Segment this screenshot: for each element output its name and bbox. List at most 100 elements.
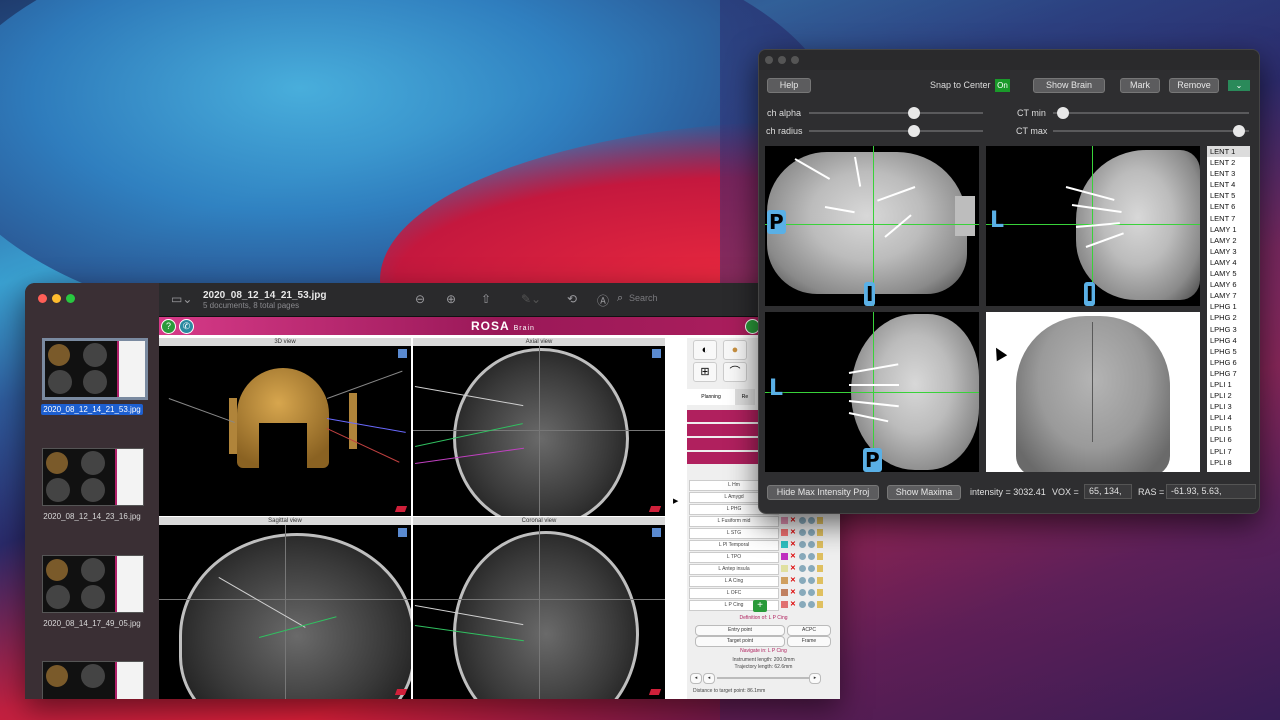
expand-icon[interactable]: [652, 528, 661, 537]
trajectory-name[interactable]: L Fusiform mid: [689, 516, 779, 527]
ch-alpha-knob[interactable]: [907, 107, 920, 119]
thumbnail-2[interactable]: [42, 448, 144, 506]
mark-button[interactable]: Mark: [1120, 78, 1160, 93]
lock-icon[interactable]: [817, 589, 823, 596]
view-icon[interactable]: [808, 601, 815, 608]
trajectory-color-swatch[interactable]: [781, 529, 788, 536]
ch-radius-knob[interactable]: [907, 125, 920, 137]
delete-icon[interactable]: ✕: [790, 588, 796, 597]
electrode-list-item[interactable]: LPHG 5: [1207, 346, 1250, 357]
trajectory-name[interactable]: L A Cing: [689, 576, 779, 587]
delete-icon[interactable]: ✕: [790, 516, 796, 525]
markup-icon[interactable]: ✎⌄: [521, 292, 541, 306]
trajectory-row[interactable]: L OFC ✕: [689, 588, 837, 599]
electrode-list-item[interactable]: LPHG 2: [1207, 312, 1250, 323]
electrode-list-item[interactable]: LENT 1: [1207, 146, 1250, 158]
lock-icon[interactable]: [817, 553, 823, 560]
electrode-list-item[interactable]: LPHG 7: [1207, 368, 1250, 379]
trajectory-name[interactable]: L Pl Temporal: [689, 540, 779, 551]
delete-icon[interactable]: ✕: [790, 552, 796, 561]
head-icon[interactable]: ●: [723, 340, 747, 360]
trajectory-color-swatch[interactable]: [781, 553, 788, 560]
trajectory-row[interactable]: L Pl Temporal ✕: [689, 540, 837, 551]
visibility-icon[interactable]: [799, 601, 806, 608]
zoom-window-button[interactable]: [66, 294, 75, 303]
view-icon[interactable]: [808, 553, 815, 560]
close-window-button[interactable]: [38, 294, 47, 303]
trajectory-name[interactable]: L TPO: [689, 552, 779, 563]
annotate-icon[interactable]: Ⓐ: [597, 292, 609, 309]
delete-icon[interactable]: ✕: [790, 528, 796, 537]
help-button[interactable]: Help: [767, 78, 811, 93]
thumbnail-4[interactable]: [42, 661, 144, 699]
gauge-icon[interactable]: ◐: [693, 340, 717, 360]
electrode-list-item[interactable]: LAMY 3: [1207, 246, 1250, 257]
visibility-icon[interactable]: [799, 541, 806, 548]
electrode-list-item[interactable]: LENT 3: [1207, 168, 1250, 179]
electrode-list-item[interactable]: LENT 7: [1207, 213, 1250, 224]
electrode-list-item[interactable]: LPLI 3: [1207, 401, 1250, 412]
electrode-list-item[interactable]: LPHG 6: [1207, 357, 1250, 368]
lock-icon[interactable]: [817, 577, 823, 584]
view-icon[interactable]: [808, 529, 815, 536]
delete-icon[interactable]: ✕: [790, 564, 796, 573]
view-icon[interactable]: [808, 589, 815, 596]
electrode-list-item[interactable]: LPLI 8: [1207, 457, 1250, 468]
trajectory-row[interactable]: L A Cing ✕: [689, 576, 837, 587]
electrode-list-item[interactable]: LPHG 1: [1207, 301, 1250, 312]
visibility-icon[interactable]: [799, 589, 806, 596]
expand-icon[interactable]: [652, 349, 661, 358]
expand-icon[interactable]: [398, 349, 407, 358]
step-back2-button[interactable]: ◂: [703, 673, 715, 684]
electrode-list-item[interactable]: LENT 5: [1207, 190, 1250, 201]
trajectory-color-swatch[interactable]: [781, 577, 788, 584]
trajectory-name[interactable]: L OFC: [689, 588, 779, 599]
trajectory-row[interactable]: L Antep insula ✕: [689, 564, 837, 575]
lock-icon[interactable]: [817, 565, 823, 572]
lock-icon[interactable]: [817, 601, 823, 608]
zoom-window-button[interactable]: [791, 56, 799, 64]
visibility-icon[interactable]: [799, 529, 806, 536]
close-window-button[interactable]: [765, 56, 773, 64]
thumbnail-1[interactable]: [42, 338, 148, 400]
acpc-button[interactable]: ACPC: [787, 625, 831, 636]
trajectory-color-swatch[interactable]: [781, 541, 788, 548]
show-maxima-button[interactable]: Show Maxima: [887, 485, 961, 500]
visibility-icon[interactable]: [799, 577, 806, 584]
electrode-list-item[interactable]: LPHG 4: [1207, 335, 1250, 346]
electrode-list-item[interactable]: LAMY 5: [1207, 268, 1250, 279]
view-icon[interactable]: [808, 541, 815, 548]
brain-3d-panel[interactable]: [986, 312, 1200, 472]
delete-icon[interactable]: ✕: [790, 576, 796, 585]
electrode-list-item[interactable]: LPLI 2: [1207, 390, 1250, 401]
trajectory-name[interactable]: L STG: [689, 528, 779, 539]
visibility-icon[interactable]: [799, 553, 806, 560]
mip-coronal-panel[interactable]: L I: [986, 146, 1200, 306]
frame-button[interactable]: Frame: [787, 636, 831, 647]
visibility-icon[interactable]: [799, 565, 806, 572]
electrode-list-item[interactable]: LAMY 2: [1207, 235, 1250, 246]
expand-icon[interactable]: [398, 528, 407, 537]
hide-max-intensity-proj-button[interactable]: Hide Max Intensity Proj: [767, 485, 879, 500]
curve-icon[interactable]: ⌒: [723, 362, 747, 382]
thumbnail-label-3[interactable]: 2020_08_14_17_49_05.jpg: [31, 619, 153, 628]
share-icon[interactable]: ⇧: [481, 292, 491, 306]
zoom-in-icon[interactable]: ⊕: [446, 292, 456, 306]
electrode-list-item[interactable]: LPLI 7: [1207, 446, 1250, 457]
ct-max-slider[interactable]: [1053, 125, 1249, 137]
delete-icon[interactable]: ✕: [790, 600, 796, 609]
search-field[interactable]: Search: [629, 293, 658, 303]
lock-icon[interactable]: [817, 529, 823, 536]
sidebar-toggle-icon[interactable]: ▭⌄: [171, 292, 192, 306]
trajectory-color-swatch[interactable]: [781, 601, 788, 608]
add-trajectory-button[interactable]: +: [753, 600, 767, 612]
trajectory-color-swatch[interactable]: [781, 589, 788, 596]
trajectory-color-swatch[interactable]: [781, 565, 788, 572]
ct-min-knob[interactable]: [1056, 107, 1069, 119]
electrode-list-item[interactable]: LAMY 7: [1207, 290, 1250, 301]
show-brain-button[interactable]: Show Brain: [1033, 78, 1105, 93]
delete-icon[interactable]: ✕: [790, 540, 796, 549]
snap-to-center-toggle[interactable]: On: [995, 79, 1010, 92]
electrode-list-item[interactable]: LPLI 5: [1207, 423, 1250, 434]
electrode-list-item[interactable]: LPHG 3: [1207, 324, 1250, 335]
